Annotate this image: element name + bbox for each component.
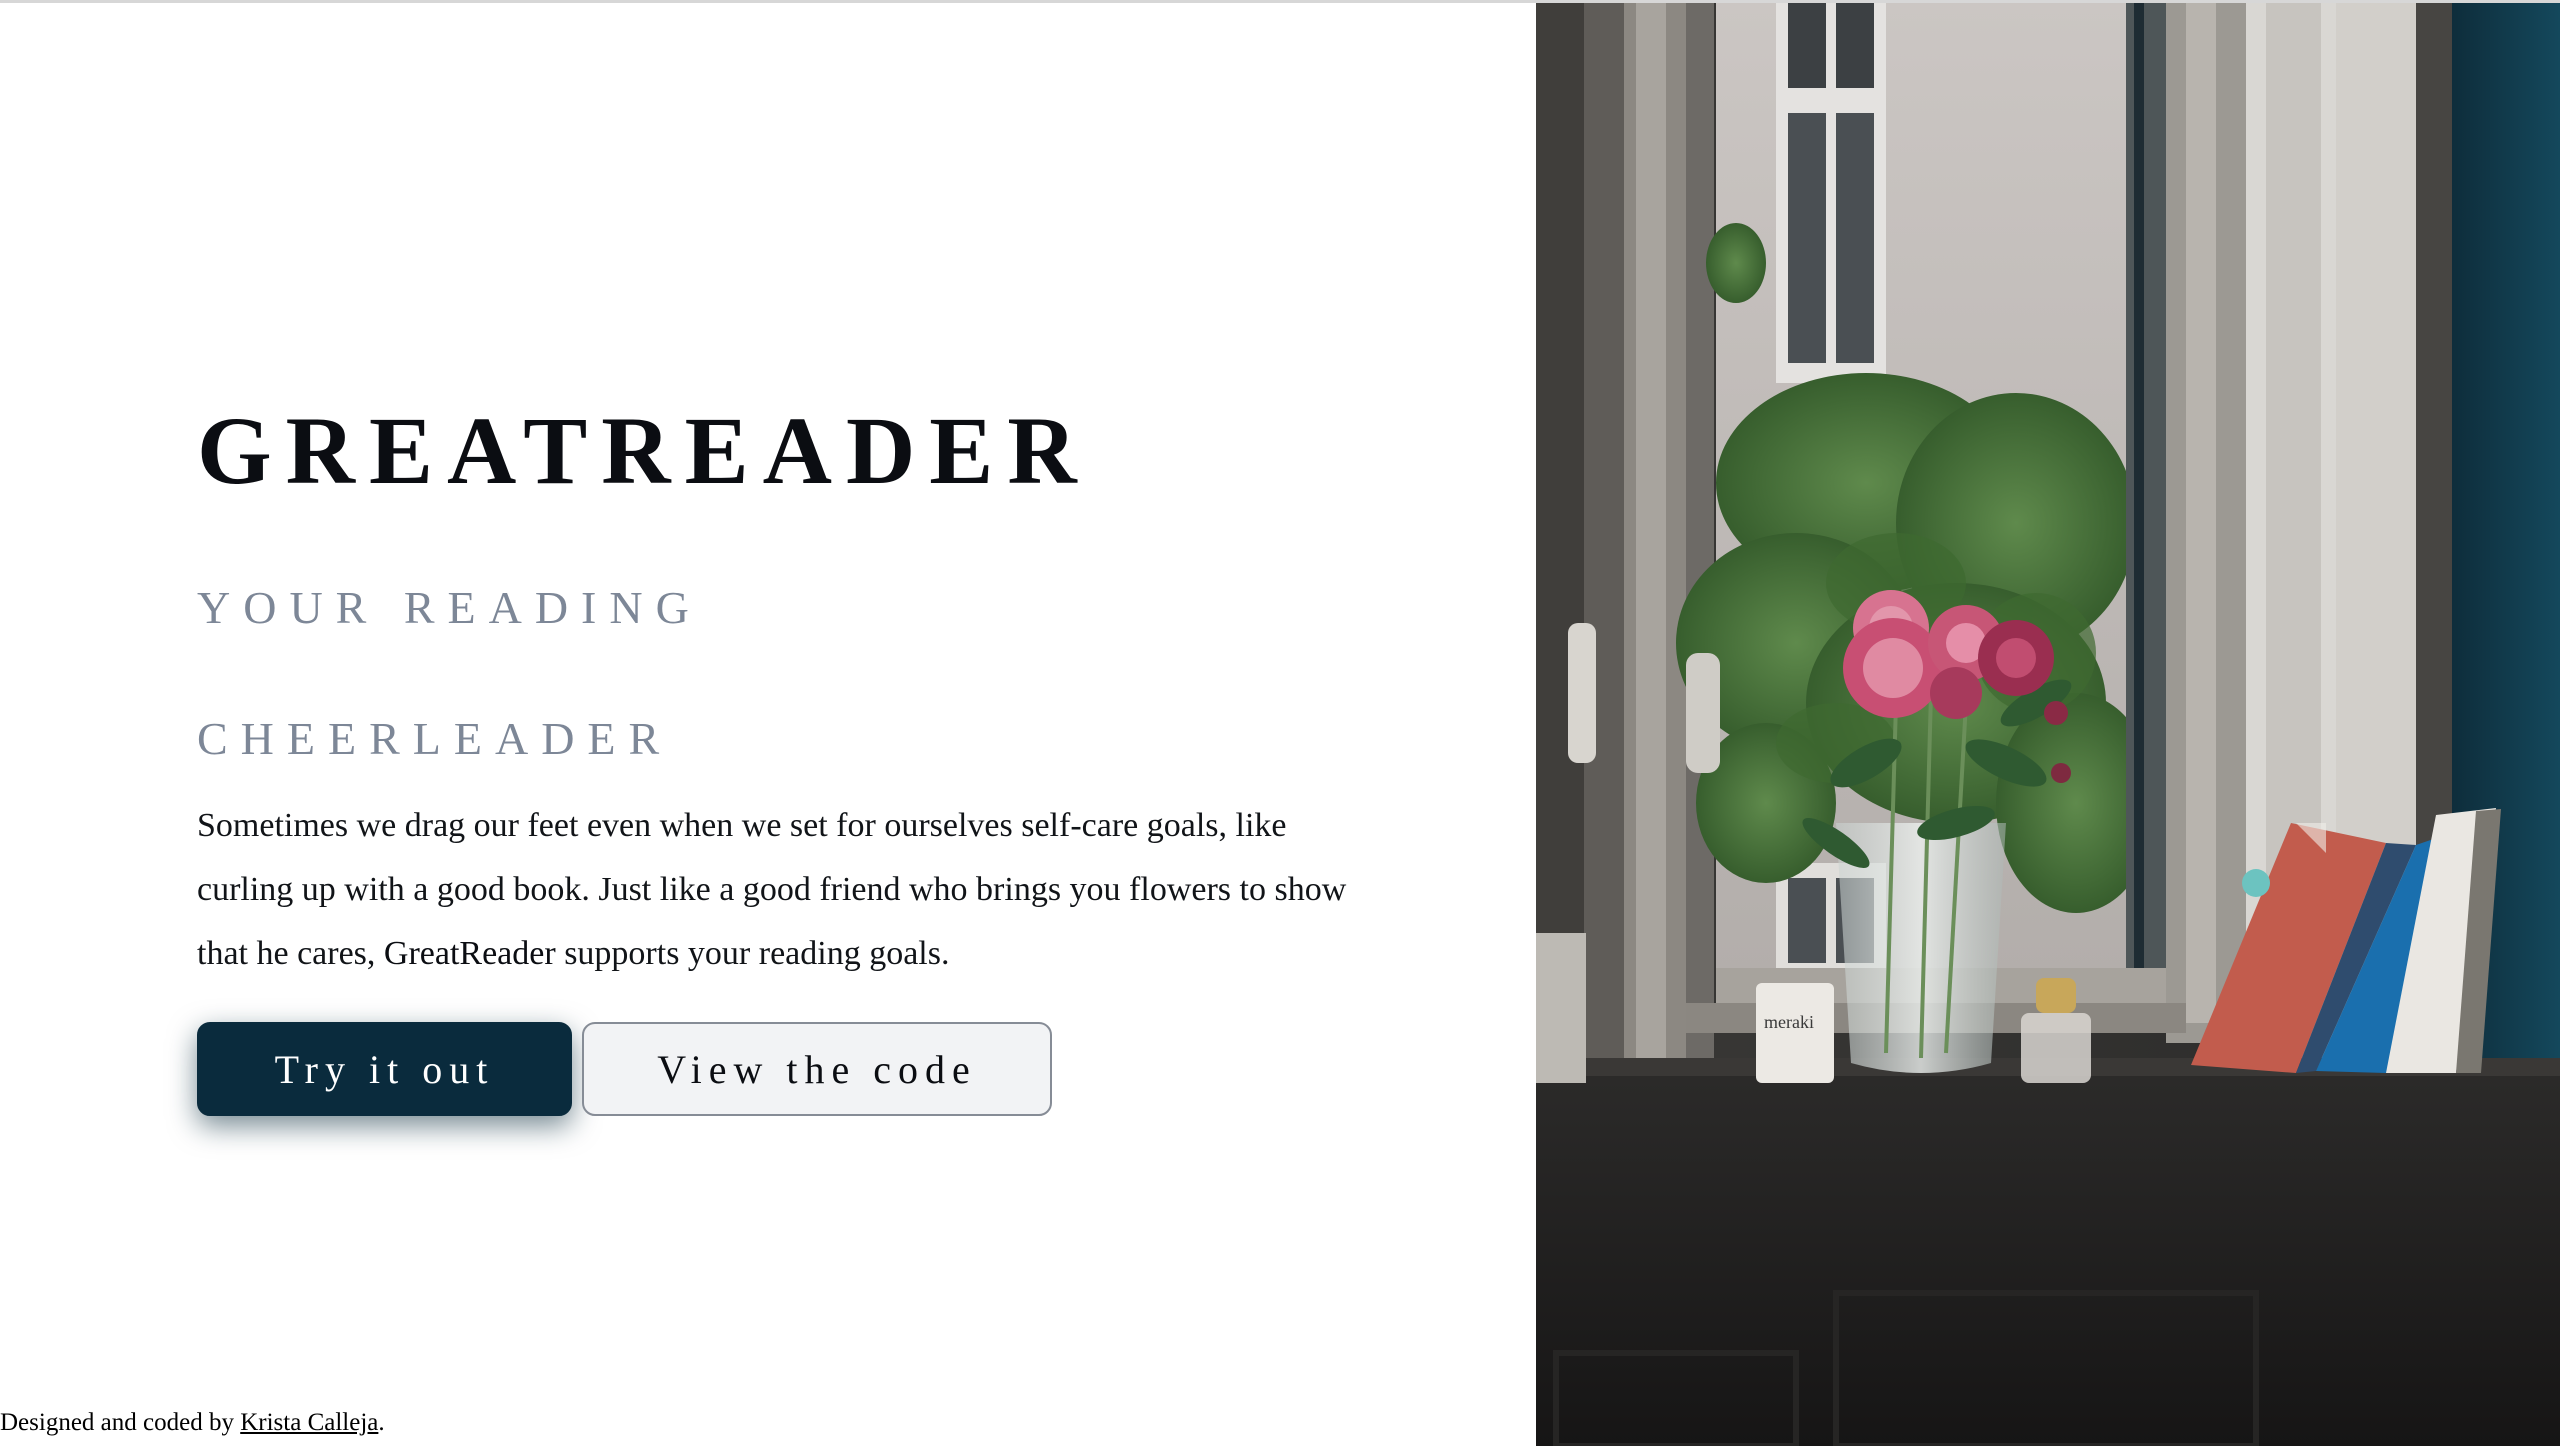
tagline-line-2: CHEERLEADER: [197, 713, 673, 764]
hero-description: Sometimes we drag our feet even when we …: [197, 794, 1347, 986]
landing-page: GREATREADER YOUR READING CHEERLEADER Som…: [0, 3, 2560, 1446]
hero-photo: meraki: [1536, 3, 2560, 1446]
try-it-out-button[interactable]: Try it out: [197, 1022, 572, 1116]
description-brand: GreatReader: [383, 935, 556, 972]
footer-prefix: Designed and coded by: [0, 1409, 241, 1436]
footer-credit: Designed and coded by Krista Calleja.: [0, 1409, 385, 1437]
author-link[interactable]: Krista Calleja: [240, 1409, 378, 1436]
hero-content: GREATREADER YOUR READING CHEERLEADER Som…: [197, 403, 1347, 986]
description-text-end: supports your reading goals.: [555, 935, 950, 972]
hero-panel: GREATREADER YOUR READING CHEERLEADER Som…: [0, 3, 1536, 1446]
window-flowers-books-photo: meraki: [1536, 3, 2560, 1446]
candle-label: meraki: [1764, 1012, 1814, 1032]
tagline-line-1: YOUR READING: [197, 582, 702, 633]
footer-suffix: .: [378, 1409, 385, 1436]
brand-title: GREATREADER: [197, 397, 1091, 504]
view-code-button[interactable]: View the code: [582, 1022, 1052, 1116]
